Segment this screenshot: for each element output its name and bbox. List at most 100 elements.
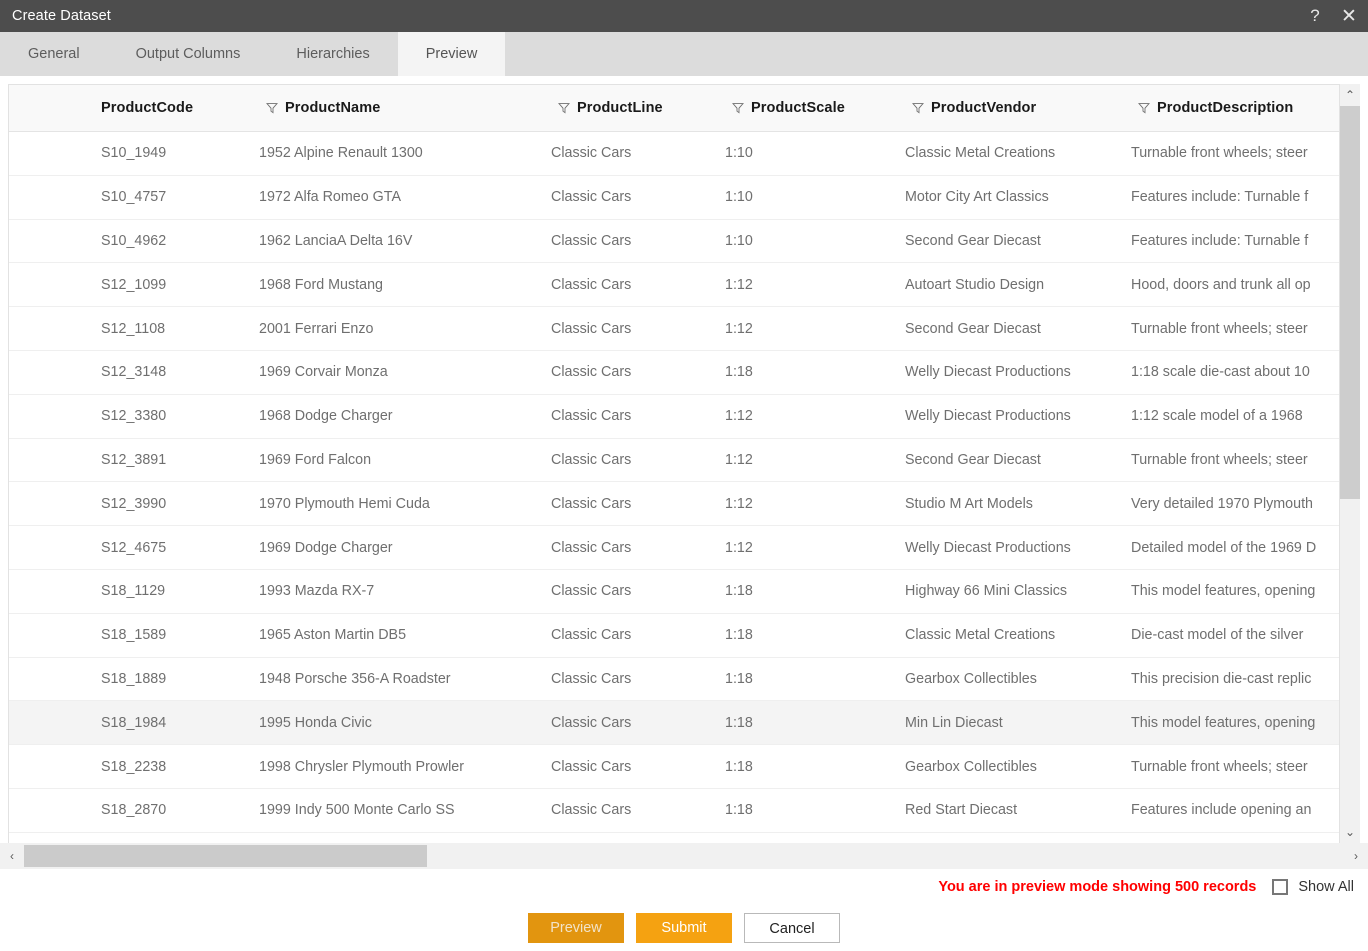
scroll-down-icon[interactable]: ⌄ — [1340, 821, 1360, 843]
tab-hierarchies[interactable]: Hierarchies — [268, 32, 397, 76]
table-row[interactable]: S18_1889 1948 Porsche 356-A Roadster Class… — [9, 657, 1359, 702]
column-header-productscale[interactable]: ProductScale — [725, 85, 905, 131]
window-title: Create Dataset — [12, 8, 111, 24]
cell-productvendor: Gearbox Collectibles — [905, 670, 1037, 687]
cell-productname: 1952 Alpine Renault 1300 — [259, 145, 423, 162]
filter-funnel-icon[interactable] — [725, 102, 751, 114]
row-spacer — [9, 263, 101, 306]
row-spacer — [9, 745, 101, 788]
cell-productline: Classic Cars — [551, 670, 632, 687]
column-header-productline[interactable]: ProductLine — [551, 85, 725, 131]
cell-productvendor: Studio M Art Models — [905, 495, 1033, 512]
cell-productline: Classic Cars — [551, 802, 632, 819]
tab-output-columns[interactable]: Output Columns — [108, 32, 269, 76]
cell-productdescription: Very detailed 1970 Plymouth — [1131, 495, 1314, 512]
column-header-label: ProductScale — [751, 100, 845, 116]
show-all-label[interactable]: Show All — [1298, 879, 1354, 895]
preview-button[interactable]: Preview — [528, 913, 624, 943]
table-row[interactable]: S12_4675 1969 Dodge Charger Classic Cars 1:… — [9, 526, 1359, 570]
column-header-label: ProductName — [285, 100, 381, 116]
show-all-checkbox[interactable] — [1272, 879, 1289, 895]
cell-productdescription: This model features, opening — [1131, 714, 1316, 731]
filter-funnel-icon[interactable] — [551, 102, 577, 114]
table-row[interactable]: S12_3148 1969 Corvair Monza Classic Cars 1:… — [9, 350, 1359, 395]
filter-funnel-icon[interactable] — [1131, 102, 1157, 114]
cell-productvendor: Second Gear Diecast — [905, 320, 1041, 337]
cell-productdescription: Features include: Turnable f — [1131, 189, 1309, 206]
table-row[interactable]: S12_3380 1968 Dodge Charger Classic Cars 1:… — [9, 394, 1359, 439]
scroll-right-icon[interactable]: › — [1344, 843, 1368, 869]
cell-productcode: S12_3148 — [101, 364, 167, 381]
cell-productcode: S18_1129 — [101, 583, 166, 600]
tab-general[interactable]: General — [0, 32, 108, 76]
scroll-up-icon[interactable]: ⌃ — [1340, 84, 1360, 106]
horizontal-scrollbar[interactable]: ‹ › — [0, 843, 1368, 869]
cell-productscale: 1:12 — [725, 276, 753, 293]
vertical-scroll-thumb[interactable] — [1340, 106, 1360, 500]
filter-funnel-icon[interactable] — [259, 102, 285, 114]
action-buttons: Preview Submit Cancel — [0, 905, 1368, 951]
cell-productscale: 1:18 — [725, 364, 753, 381]
cell-productline: Classic Cars — [551, 539, 632, 556]
row-spacer — [9, 658, 101, 701]
cell-productdescription: This model features, opening — [1131, 583, 1316, 600]
scroll-left-icon[interactable]: ‹ — [0, 843, 24, 869]
row-spacer — [9, 570, 101, 613]
cell-productcode: S12_3891 — [101, 451, 167, 468]
cell-productdescription: This precision die-cast replic — [1131, 670, 1312, 687]
tab-preview[interactable]: Preview — [397, 32, 506, 76]
column-header-productvendor[interactable]: ProductVendor — [905, 85, 1131, 131]
submit-button[interactable]: Submit — [636, 913, 732, 943]
grid-header-row: ProductCode ProductName ProductLine Prod… — [9, 85, 1359, 132]
row-spacer — [9, 482, 101, 525]
cell-productline: Classic Cars — [551, 189, 632, 206]
cell-productdescription: Hood, doors and trunk all op — [1131, 276, 1311, 293]
row-spacer — [9, 789, 101, 832]
vertical-scrollbar[interactable]: ⌃ ⌄ — [1339, 84, 1360, 843]
cell-productname: 1968 Ford Mustang — [259, 276, 383, 293]
table-row[interactable]: S18_1129 1993 Mazda RX-7 Classic Cars 1:18 H… — [9, 569, 1359, 614]
cell-productcode: S18_1984 — [101, 714, 167, 731]
cell-productscale: 1:18 — [725, 583, 753, 600]
table-row[interactable]: S10_1949 1952 Alpine Renault 1300 Classic … — [9, 132, 1359, 176]
table-row[interactable]: S12_3990 1970 Plymouth Hemi Cuda Classic C… — [9, 482, 1359, 527]
horizontal-scroll-track[interactable] — [24, 843, 1344, 869]
column-header-productname[interactable]: ProductName — [259, 85, 551, 131]
table-row[interactable]: S18_1589 1965 Aston Martin DB5 Classic Car… — [9, 613, 1359, 658]
column-header-productcode[interactable]: ProductCode — [101, 85, 259, 131]
cell-productdescription: Turnable front wheels; steer — [1131, 145, 1308, 162]
cell-productline: Classic Cars — [551, 451, 632, 468]
cell-productscale: 1:12 — [725, 539, 753, 556]
filter-funnel-icon[interactable] — [905, 102, 931, 114]
cell-productcode: S12_4675 — [101, 539, 167, 556]
cell-productscale: 1:12 — [725, 495, 753, 512]
status-row: You are in preview mode showing 500 reco… — [0, 869, 1368, 905]
horizontal-scroll-thumb[interactable] — [24, 845, 427, 867]
cancel-button[interactable]: Cancel — [744, 913, 840, 943]
grid-body[interactable]: S10_1949 1952 Alpine Renault 1300 Classic … — [9, 132, 1359, 843]
cell-productcode: S18_1589 — [101, 627, 167, 644]
table-row[interactable]: S18_1984 1995 Honda Civic Classic Cars 1:18… — [9, 701, 1359, 746]
help-icon[interactable]: ? — [1298, 0, 1332, 32]
row-spacer — [9, 701, 101, 744]
row-spacer — [9, 614, 101, 657]
table-row[interactable]: S18_2238 1998 Chrysler Plymouth Prowler Cl… — [9, 745, 1359, 789]
cell-productcode: S10_1949 — [101, 145, 167, 162]
table-row[interactable]: S12_1099 1968 Ford Mustang Classic Cars 1:1… — [9, 263, 1359, 308]
close-icon[interactable]: ✕ — [1332, 0, 1368, 32]
header-spacer — [9, 85, 101, 131]
cell-productname: 1993 Mazda RX-7 — [259, 583, 375, 600]
table-row[interactable]: S12_1108 2001 Ferrari Enzo Classic Cars 1:1… — [9, 307, 1359, 351]
cell-productline: Classic Cars — [551, 714, 632, 731]
cell-productvendor: Red Start Diecast — [905, 802, 1018, 819]
vertical-scroll-track[interactable] — [1340, 106, 1360, 821]
table-row[interactable]: S10_4757 1972 Alfa Romeo GTA Classic Cars 1… — [9, 175, 1359, 220]
cell-productscale: 1:10 — [725, 189, 753, 206]
table-row[interactable]: S12_3891 1969 Ford Falcon Classic Cars 1:12… — [9, 438, 1359, 483]
preview-mode-status: You are in preview mode showing 500 reco… — [938, 879, 1257, 895]
table-row[interactable]: S10_4962 1962 LanciaA Delta 16V Classic Ca… — [9, 219, 1359, 264]
row-spacer — [9, 176, 101, 219]
table-row[interactable]: S18_2870 1999 Indy 500 Monte Carlo SS Clas… — [9, 788, 1359, 833]
column-header-productdescription[interactable]: ProductDescription — [1131, 85, 1359, 131]
cell-productcode: S18_1889 — [101, 670, 167, 687]
